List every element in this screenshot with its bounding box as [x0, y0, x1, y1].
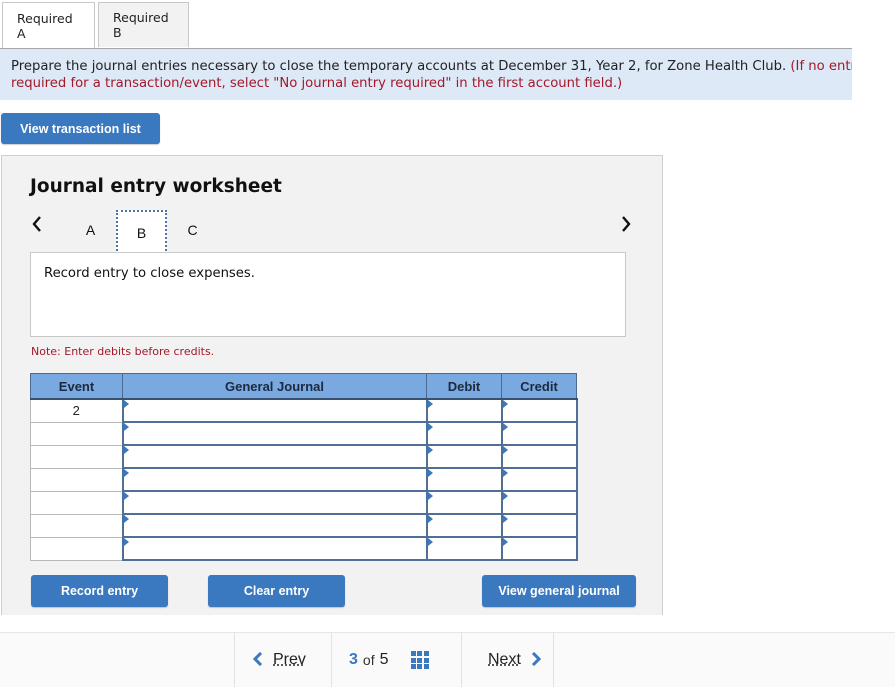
debit-input[interactable]: [425, 536, 503, 561]
tab-bar: Required A Required B: [2, 2, 189, 49]
debit-input[interactable]: [425, 490, 503, 515]
table-row: [30, 467, 578, 492]
step-tab-a[interactable]: A: [65, 210, 116, 250]
debit-input[interactable]: [425, 467, 503, 492]
debit-input[interactable]: [425, 421, 503, 446]
of-label: of: [362, 652, 375, 668]
instructions-note-rest: required for a transaction/event, select…: [11, 76, 623, 91]
account-input[interactable]: [121, 536, 428, 561]
chevron-right-icon[interactable]: [620, 214, 632, 239]
debits-note: Note: Enter debits before credits.: [31, 345, 215, 358]
header-event: Event: [30, 373, 123, 400]
event-cell: [30, 421, 123, 446]
table-header-row: Event General Journal Debit Credit: [30, 373, 577, 400]
next-label: Next: [488, 651, 521, 668]
record-entry-button[interactable]: Record entry: [31, 575, 168, 607]
table-row: [30, 513, 578, 538]
credit-input[interactable]: [500, 421, 578, 446]
instructions-note-start: (If no entr: [790, 59, 852, 74]
chevron-left-icon[interactable]: [31, 214, 43, 239]
clear-entry-button[interactable]: Clear entry: [208, 575, 345, 607]
event-cell: [30, 444, 123, 469]
account-input[interactable]: [121, 467, 428, 492]
pager: Prev 3 of 5 Next: [234, 633, 554, 687]
prev-button[interactable]: Prev: [234, 633, 331, 687]
account-input[interactable]: [121, 444, 428, 469]
entry-description: Record entry to close expenses.: [44, 266, 255, 281]
tab-required-b[interactable]: Required B: [98, 2, 189, 47]
view-transaction-list-button[interactable]: View transaction list: [1, 113, 160, 144]
account-input[interactable]: [121, 490, 428, 515]
credit-input[interactable]: [500, 467, 578, 492]
instructions-banner: Prepare the journal entries necessary to…: [0, 49, 852, 100]
event-cell: [30, 467, 123, 492]
chevron-right-icon: [531, 650, 542, 671]
debit-input[interactable]: [425, 398, 503, 423]
step-tab-b[interactable]: B: [116, 210, 167, 255]
view-general-journal-button[interactable]: View general journal: [482, 575, 636, 607]
tab-required-a[interactable]: Required A: [2, 2, 95, 49]
event-cell: 2: [30, 398, 123, 423]
journal-entry-worksheet-panel: Journal entry worksheet A B C Record ent…: [1, 155, 663, 615]
entry-description-box: Record entry to close expenses.: [30, 252, 626, 337]
worksheet-title: Journal entry worksheet: [30, 176, 282, 197]
header-credit: Credit: [501, 373, 577, 400]
pagination-footer: Prev 3 of 5 Next: [0, 632, 895, 687]
next-button[interactable]: Next: [461, 633, 554, 687]
table-row: 2: [30, 398, 578, 423]
table-row: [30, 421, 578, 446]
header-debit: Debit: [426, 373, 502, 400]
table-row: [30, 536, 578, 561]
credit-input[interactable]: [500, 536, 578, 561]
table-row: [30, 444, 578, 469]
credit-input[interactable]: [500, 513, 578, 538]
debit-input[interactable]: [425, 513, 503, 538]
page-counter: 3 of 5: [331, 633, 461, 687]
total-pages: 5: [379, 651, 389, 668]
journal-table: Event General Journal Debit Credit 2: [30, 373, 578, 561]
credit-input[interactable]: [500, 398, 578, 423]
account-input[interactable]: [121, 398, 428, 423]
prev-label: Prev: [273, 651, 306, 668]
credit-input[interactable]: [500, 490, 578, 515]
debit-input[interactable]: [425, 444, 503, 469]
account-input[interactable]: [121, 421, 428, 446]
table-row: [30, 490, 578, 515]
credit-input[interactable]: [500, 444, 578, 469]
account-input[interactable]: [121, 513, 428, 538]
chevron-left-icon: [252, 650, 263, 671]
step-tab-c[interactable]: C: [167, 210, 218, 250]
instructions-text: Prepare the journal entries necessary to…: [11, 59, 791, 74]
event-cell: [30, 490, 123, 515]
grid-icon[interactable]: [410, 651, 429, 669]
current-page: 3: [349, 651, 358, 668]
header-general-journal: General Journal: [122, 373, 427, 400]
event-cell: [30, 536, 123, 561]
event-cell: [30, 513, 123, 538]
